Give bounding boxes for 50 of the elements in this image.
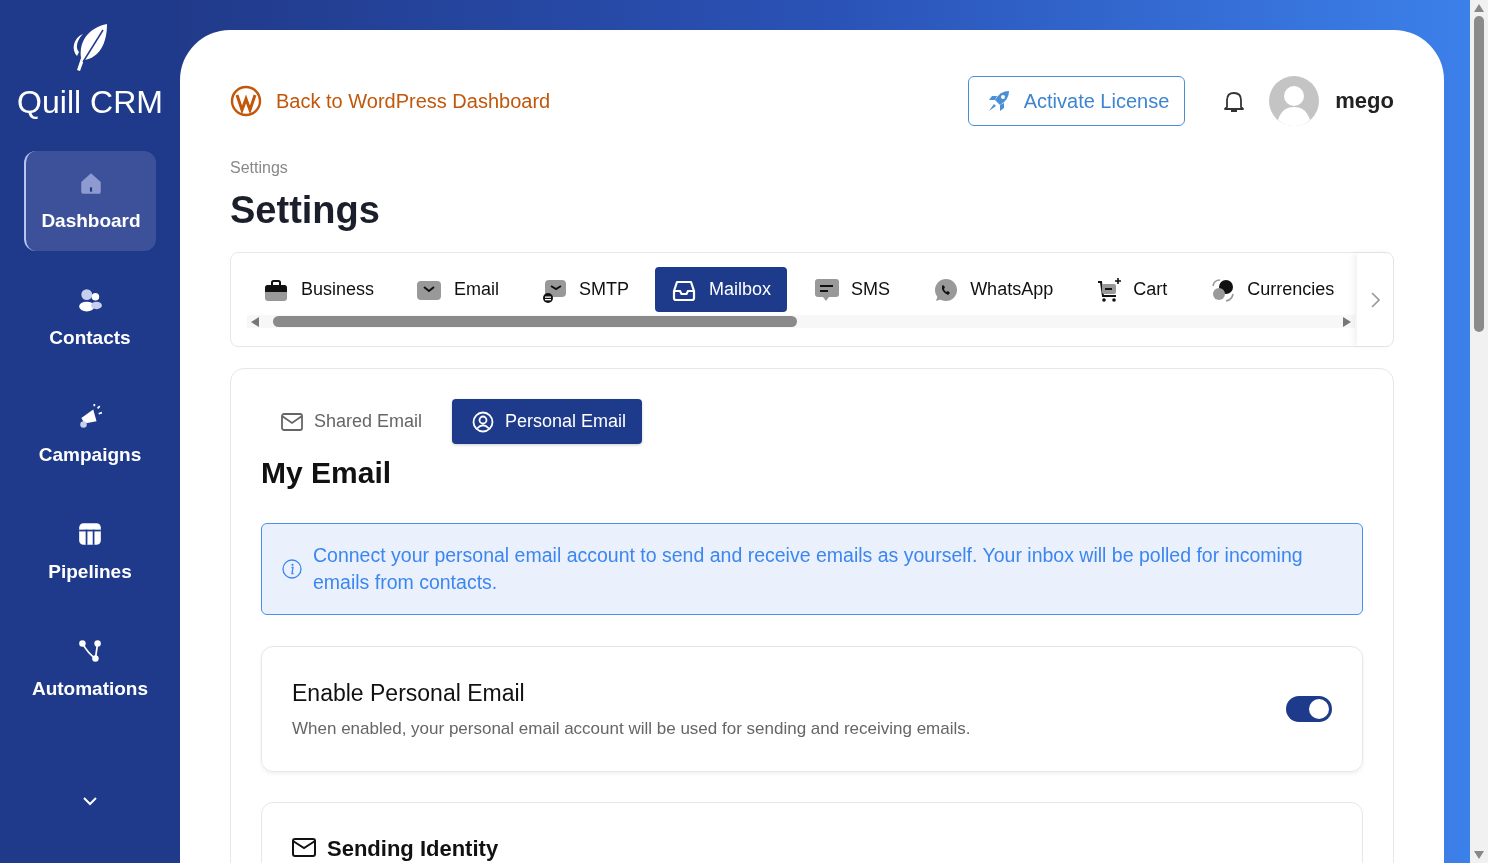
sidebar-item[interactable]: Automations	[24, 619, 156, 719]
nodes-icon	[77, 638, 103, 664]
table-icon	[77, 521, 103, 547]
section-title: Sending Identity	[327, 837, 499, 861]
sidebar-item[interactable]: Pipelines	[24, 502, 156, 602]
section-heading: My Email	[261, 456, 393, 490]
setting-description: When enabled, your personal email account will be used for sending and receiving emails.	[292, 718, 972, 739]
bell-icon[interactable]	[1223, 89, 1246, 113]
logo-icon	[230, 85, 262, 117]
sidebar-item[interactable]: Dashboard	[24, 151, 156, 251]
toggle-switch[interactable]	[1286, 696, 1332, 722]
page-scrollbar-thumb[interactable]	[1474, 16, 1484, 332]
user-name[interactable]: mego	[1335, 88, 1394, 114]
coins-icon	[1209, 276, 1236, 303]
envelope-icon	[281, 412, 303, 431]
settings-tab[interactable]: Cart	[1079, 267, 1184, 312]
scroll-left-icon[interactable]	[251, 316, 259, 327]
scroll-right-icon[interactable]	[1343, 316, 1351, 327]
user-circle-icon	[472, 410, 495, 433]
notice-text: Connect your personal email account to send and receive emails as yourself. Your inbox will be polled for incoming emails from contacts.	[313, 543, 1304, 595]
breadcrumb[interactable]: Settings	[230, 159, 1394, 177]
settings-tab[interactable]: WhatsApp	[916, 267, 1070, 312]
phone-bubble-icon	[932, 276, 959, 303]
sidebar-item[interactable]: Contacts	[24, 268, 156, 368]
settings-tab[interactable]: SMTP	[525, 267, 646, 312]
back-link[interactable]: Back to WordPress Dashboard	[230, 85, 551, 117]
settings-tab[interactable]: Email	[400, 267, 516, 312]
scroll-up-icon[interactable]	[1474, 4, 1484, 12]
scrollbar-thumb[interactable]	[273, 316, 797, 327]
settings-tab[interactable]: Mailbox	[655, 267, 788, 312]
chevron-down-icon[interactable]	[82, 796, 98, 806]
envelope-icon	[292, 837, 316, 857]
cart-icon	[1095, 276, 1122, 303]
page-title: Settings	[230, 189, 381, 232]
avatar-icon[interactable]	[1269, 76, 1320, 126]
megaphone-icon	[77, 404, 103, 430]
chevron-right-icon	[1370, 291, 1380, 308]
brand-name: Quill CRM	[17, 84, 163, 121]
settings-tab[interactable]: Currencies	[1193, 267, 1351, 312]
chat-bubble-icon	[813, 276, 840, 303]
info-icon	[282, 559, 302, 579]
settings-tab[interactable]: Business	[247, 267, 391, 312]
email-tab[interactable]: Personal Email	[452, 399, 643, 444]
sidebar-item[interactable]: Campaigns	[24, 385, 156, 485]
people-icon	[77, 287, 103, 313]
scroll-down-icon[interactable]	[1474, 851, 1484, 859]
email-tab[interactable]: Shared Email	[261, 399, 439, 444]
setting-title: Enable Personal Email	[292, 679, 526, 707]
activate-license-button[interactable]: Activate License	[967, 76, 1186, 126]
settings-tab[interactable]: SMS	[797, 267, 907, 312]
